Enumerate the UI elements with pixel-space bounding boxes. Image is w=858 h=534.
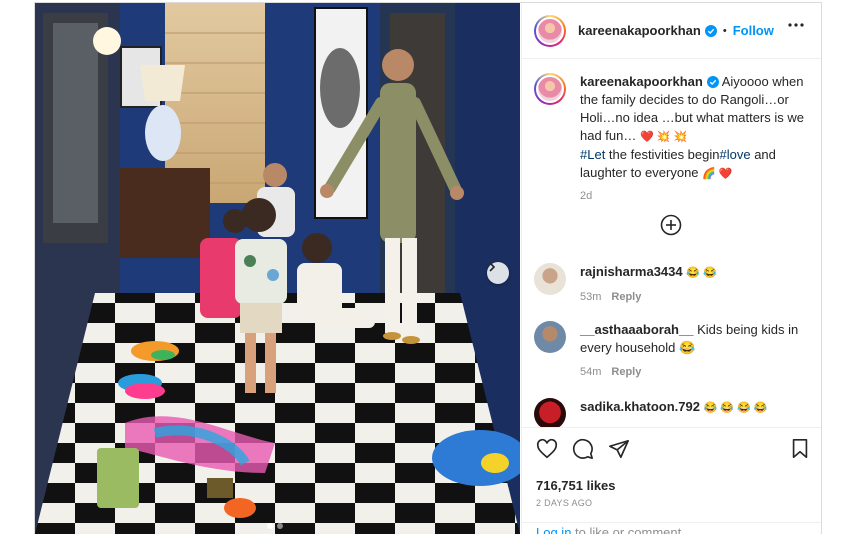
caption-time: 2d xyxy=(580,190,593,202)
caption-body: the festivities begin xyxy=(605,147,720,162)
hashtag-let[interactable]: #Let xyxy=(580,147,605,162)
caption-username[interactable]: kareenakapoorkhan xyxy=(580,74,703,89)
reply-button[interactable]: Reply xyxy=(611,291,641,303)
post-photo[interactable] xyxy=(35,3,520,534)
photo-illustration xyxy=(35,3,520,534)
avatar[interactable] xyxy=(534,73,566,105)
post-header: kareenakapoorkhan • Follow xyxy=(522,3,821,59)
reply-button[interactable]: Reply xyxy=(611,366,641,378)
more-options-icon[interactable] xyxy=(788,23,804,27)
avatar[interactable] xyxy=(534,398,566,430)
avatar[interactable] xyxy=(534,14,566,47)
header-username[interactable]: kareenakapoorkhan xyxy=(578,23,701,38)
comment-time: 54m xyxy=(580,366,602,378)
post-actions: 716,751 likes 2 DAYS AGO Log in to like … xyxy=(522,427,821,534)
comment-icon[interactable] xyxy=(572,438,594,460)
verified-icon xyxy=(704,24,717,37)
carousel-dot xyxy=(267,523,273,529)
instagram-post: kareenakapoorkhan • Follow kareenakapoor… xyxy=(34,2,822,534)
chevron-right-icon xyxy=(489,262,496,272)
carousel-dot xyxy=(277,523,283,529)
comment-item: rajnisharma3434 😂 😂 53m Reply xyxy=(534,263,814,306)
comment-username[interactable]: sadika.khatoon.792 xyxy=(580,399,700,414)
follow-button[interactable]: Follow xyxy=(733,23,774,38)
comment-item: sadika.khatoon.792 😂 😂 😂 😂 xyxy=(534,398,814,430)
caption-emoji: 🌈 ❤️ xyxy=(702,168,733,180)
next-slide-button[interactable] xyxy=(487,262,509,284)
header-separator: • xyxy=(722,24,727,37)
heart-icon[interactable] xyxy=(536,438,558,460)
share-icon[interactable] xyxy=(608,438,630,460)
avatar[interactable] xyxy=(534,321,566,353)
caption: kareenakapoorkhan Aiyoooo when the famil… xyxy=(534,73,814,205)
comment-text: 😂 😂 😂 😂 xyxy=(703,402,768,414)
bookmark-icon[interactable] xyxy=(790,438,810,460)
post-date: 2 DAYS AGO xyxy=(536,498,593,508)
plus-circle-icon[interactable] xyxy=(660,214,682,236)
hashtag-love[interactable]: #love xyxy=(720,147,751,162)
comment-username[interactable]: rajnisharma3434 xyxy=(580,264,683,279)
post-side-panel: kareenakapoorkhan • Follow kareenakapoor… xyxy=(521,3,821,534)
comment-text: 😂 😂 xyxy=(686,267,717,279)
verified-icon xyxy=(706,76,719,88)
caption-emoji: ❤️ 💥 💥 xyxy=(640,131,688,143)
caption-text: kareenakapoorkhan Aiyoooo when the famil… xyxy=(580,73,814,205)
login-prompt: Log in to like or comment. xyxy=(522,522,821,534)
avatar[interactable] xyxy=(534,263,566,295)
comment-username[interactable]: __asthaaaborah__ xyxy=(580,322,693,337)
comment-time: 53m xyxy=(580,291,602,303)
carousel-indicator xyxy=(267,523,283,529)
comment-item: __asthaaaborah__ Kids being kids in ever… xyxy=(534,321,814,381)
likes-count[interactable]: 716,751 likes xyxy=(536,478,616,493)
